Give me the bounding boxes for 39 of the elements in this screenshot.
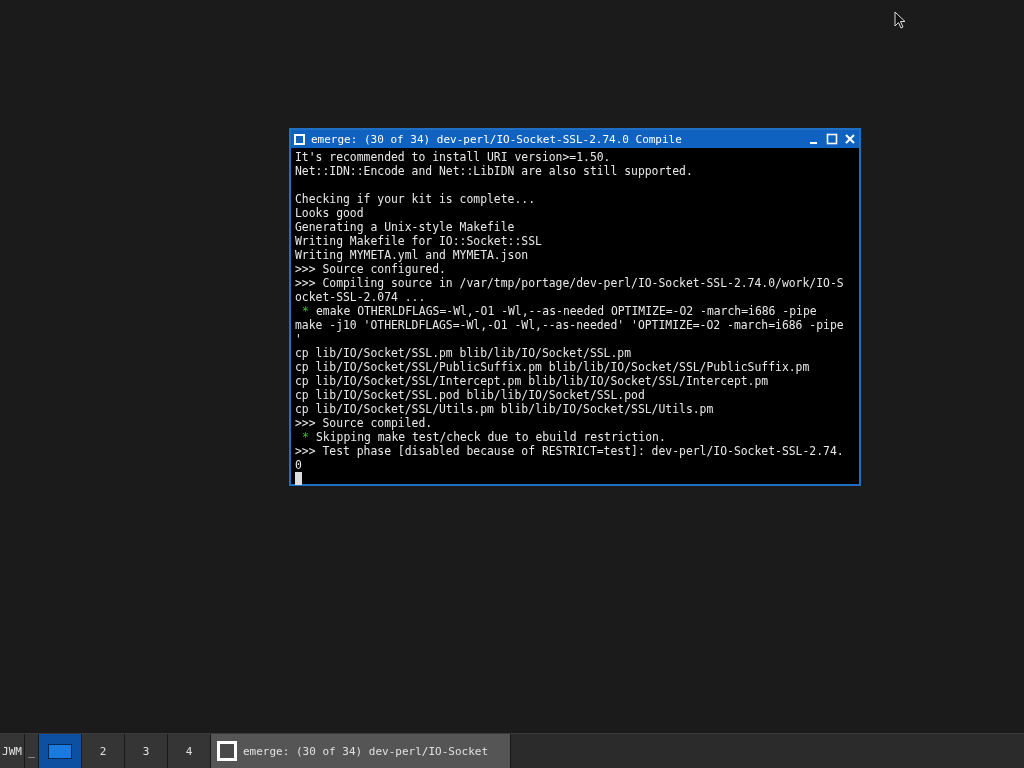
terminal-line: make -j10 'OTHERLDFLAGS=-Wl,-O1 -Wl,--as-needed' 'OPTIMIZE=-O2 -march=i686 -pipe	[295, 318, 845, 332]
notice-marker: *	[301, 430, 310, 444]
terminal-line: Generating a Unix-style Makefile	[295, 220, 516, 234]
terminal-line: >>> Compiling source in /var/tmp/portage/dev-perl/IO-Socket-SSL-2.74.0/work/IO-S	[295, 276, 845, 290]
terminal-line: cp lib/IO/Socket/SSL.pod blib/lib/IO/Socket/SSL.pod	[295, 388, 646, 402]
terminal-line: >>> Source configured.	[295, 262, 447, 276]
terminal-line: Skipping make test/check due to ebuild restriction.	[316, 430, 666, 444]
terminal-line: Writing MYMETA.yml and MYMETA.json	[295, 248, 530, 262]
terminal-line: It's recommended to install URI version>=1.50.	[295, 150, 612, 164]
terminal-line: emake OTHERLDFLAGS=-Wl,-O1 -Wl,--as-needed OPTIMIZE=-O2 -march=i686 -pipe	[316, 304, 817, 318]
terminal-line: Writing Makefile for IO::Socket::SSL	[295, 234, 543, 248]
show-desktop-button[interactable]: _	[25, 734, 39, 768]
terminal-line: >>> Test phase [disabled because of RESTRICT=test]: dev-perl/IO-Socket-SSL-2.74.	[295, 444, 845, 458]
terminal-line: >>> Source compiled.	[295, 416, 434, 430]
terminal-line: cp lib/IO/Socket/SSL/Intercept.pm blib/lib/IO/Socket/SSL/Intercept.pm	[295, 374, 770, 388]
desktop-pager-button[interactable]	[39, 734, 82, 768]
terminal-line: '	[295, 332, 303, 346]
terminal-line: Looks good	[295, 206, 365, 220]
terminal-line: cp lib/IO/Socket/SSL/PublicSuffix.pm blib/lib/IO/Socket/SSL/PublicSuffix.pm	[295, 360, 811, 374]
window-title: emerge: (30 of 34) dev-perl/IO-Socket-SSL-2.74.0 Compile	[311, 132, 683, 146]
mouse-pointer-icon	[894, 11, 906, 29]
terminal-line: Checking if your kit is complete...	[295, 192, 537, 206]
window-icon	[217, 741, 237, 761]
terminal-line: ocket-SSL-2.074 ...	[295, 290, 427, 304]
window-menu-icon[interactable]	[294, 133, 305, 145]
desktop-pager-button[interactable]: 2	[82, 734, 125, 768]
maximize-icon[interactable]	[826, 133, 838, 145]
close-icon[interactable]	[844, 133, 856, 145]
terminal-line: cp lib/IO/Socket/SSL.pm blib/lib/IO/Socket/SSL.pm	[295, 346, 633, 360]
terminal-line: Net::IDN::Encode and Net::LibIDN are also still supported.	[295, 164, 694, 178]
desktop-pager-button[interactable]: 4	[168, 734, 211, 768]
taskbar-task[interactable]: emerge: (30 of 34) dev-perl/IO-Socket	[211, 734, 511, 768]
menu-button[interactable]: JWM	[0, 734, 25, 768]
notice-marker: *	[301, 304, 310, 318]
terminal-line: cp lib/IO/Socket/SSL/Utils.pm blib/lib/IO/Socket/SSL/Utils.pm	[295, 402, 715, 416]
desktop-pager-button[interactable]: 3	[125, 734, 168, 768]
text-cursor	[295, 472, 302, 485]
terminal-line: 0	[295, 458, 303, 472]
window-thumbnail-icon	[48, 743, 72, 759]
